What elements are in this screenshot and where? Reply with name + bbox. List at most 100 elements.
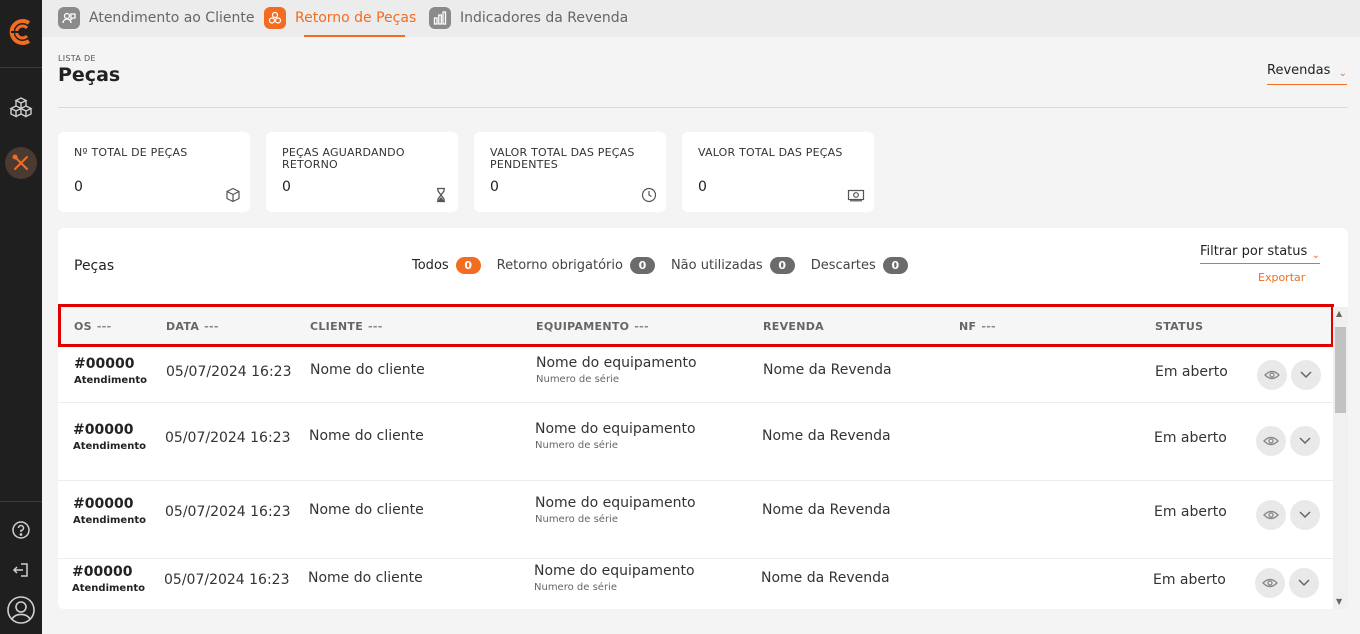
os-number: #00000 bbox=[74, 356, 135, 372]
date-cell: 05/07/2024 16:23 bbox=[164, 572, 290, 588]
column-label: DATA bbox=[166, 320, 200, 333]
os-number: #00000 bbox=[72, 564, 133, 580]
filter-tab-todos[interactable]: Todos 0 bbox=[412, 257, 481, 274]
hourglass-icon bbox=[437, 187, 445, 203]
tab-atendimento-ao-cliente[interactable]: Atendimento ao Cliente bbox=[58, 4, 254, 32]
view-button[interactable] bbox=[1257, 360, 1287, 390]
view-button[interactable] bbox=[1256, 500, 1286, 530]
stat-card-total-pecas: Nº TOTAL DE PEÇAS 0 bbox=[58, 132, 250, 212]
client-cell: Nome do cliente bbox=[309, 502, 424, 518]
tab-retorno-de-pecas[interactable]: Retorno de Peças bbox=[264, 4, 416, 32]
bar-chart-icon bbox=[429, 7, 451, 29]
table-row[interactable]: #00000 Atendimento 05/07/2024 16:23 Nome… bbox=[58, 403, 1333, 481]
status-cell: Em aberto bbox=[1154, 504, 1227, 520]
filter-tab-label: Retorno obrigatório bbox=[496, 258, 623, 273]
scroll-up-icon[interactable]: ▲ bbox=[1336, 309, 1342, 318]
column-label: EQUIPAMENTO bbox=[536, 320, 630, 333]
equipment-cell: Nome do equipamento bbox=[536, 355, 697, 371]
export-link[interactable]: Exportar bbox=[1258, 271, 1305, 284]
scroll-down-icon[interactable]: ▼ bbox=[1336, 597, 1342, 606]
count-badge: 0 bbox=[455, 257, 481, 274]
chevron-down-icon bbox=[1300, 371, 1312, 379]
table-title: Peças bbox=[74, 258, 115, 274]
status-cell: Em aberto bbox=[1153, 572, 1226, 588]
table-scrollbar[interactable]: ▲ ▼ bbox=[1333, 307, 1348, 609]
equipment-cell: Nome do equipamento bbox=[534, 563, 695, 579]
tab-label: Indicadores da Revenda bbox=[460, 10, 629, 26]
view-button[interactable] bbox=[1256, 426, 1286, 456]
filter-tab-nao-utilizadas[interactable]: Não utilizadas 0 bbox=[671, 257, 795, 274]
table-row[interactable]: #00000 Atendimento 05/07/2024 16:23 Nome… bbox=[58, 559, 1333, 609]
filter-tab-label: Não utilizadas bbox=[670, 258, 763, 273]
table-row[interactable]: #00000 Atendimento 05/07/2024 16:23 Nome… bbox=[58, 481, 1333, 559]
expand-button[interactable] bbox=[1291, 360, 1321, 390]
stat-card-label: Nº TOTAL DE PEÇAS bbox=[74, 146, 188, 159]
column-header-cliente[interactable]: CLIENTE --- bbox=[310, 320, 383, 333]
expand-button[interactable] bbox=[1289, 568, 1319, 598]
stat-card-label: VALOR TOTAL DAS PEÇAS bbox=[698, 146, 843, 159]
status-filter-label: Filtrar por status bbox=[1200, 244, 1308, 259]
column-options-icon[interactable]: --- bbox=[204, 320, 219, 333]
client-cell: Nome do cliente bbox=[309, 428, 424, 444]
filter-tab-retorno-obrigatorio[interactable]: Retorno obrigatório 0 bbox=[497, 257, 655, 274]
column-header-equipamento[interactable]: EQUIPAMENTO --- bbox=[536, 320, 649, 333]
chevron-down-icon: ⌄ bbox=[1311, 250, 1320, 261]
stat-card-label: PEÇAS AGUARDANDO RETORNO bbox=[282, 146, 405, 171]
column-header-data[interactable]: DATA --- bbox=[166, 320, 219, 333]
cubes-icon[interactable] bbox=[0, 91, 42, 123]
date-cell: 05/07/2024 16:23 bbox=[165, 504, 291, 520]
serial-number: Numero de série bbox=[535, 440, 618, 451]
view-button[interactable] bbox=[1255, 568, 1285, 598]
status-filter-select[interactable]: Filtrar por status ⌄ bbox=[1200, 244, 1320, 264]
date-cell: 05/07/2024 16:23 bbox=[165, 430, 291, 446]
column-options-icon[interactable]: --- bbox=[97, 320, 112, 333]
column-options-icon[interactable]: --- bbox=[368, 320, 383, 333]
column-header-status[interactable]: STATUS bbox=[1155, 320, 1203, 333]
expand-button[interactable] bbox=[1290, 426, 1320, 456]
client-cell: Nome do cliente bbox=[308, 570, 423, 586]
parts-table-panel: Peças Todos 0 Retorno obrigatório 0 Não … bbox=[58, 228, 1348, 609]
filter-tab-descartes[interactable]: Descartes 0 bbox=[811, 257, 908, 274]
equipment-cell: Nome do equipamento bbox=[535, 421, 696, 437]
active-tab-underline bbox=[304, 35, 405, 37]
user-avatar-icon[interactable] bbox=[0, 594, 42, 626]
dealer-cell: Nome da Revenda bbox=[761, 570, 890, 586]
stat-card-value: 0 bbox=[698, 179, 707, 195]
dealer-cell: Nome da Revenda bbox=[763, 362, 892, 378]
dealer-cell: Nome da Revenda bbox=[762, 502, 891, 518]
tab-indicadores-da-revenda[interactable]: Indicadores da Revenda bbox=[429, 4, 628, 32]
money-icon bbox=[847, 189, 865, 202]
stat-card-valor-pendentes: VALOR TOTAL DAS PEÇAS PENDENTES 0 bbox=[474, 132, 666, 212]
brand-logo-icon[interactable] bbox=[0, 12, 42, 52]
serial-number: Numero de série bbox=[536, 374, 619, 385]
column-label: CLIENTE bbox=[310, 320, 364, 333]
eye-icon bbox=[1264, 370, 1280, 380]
date-cell: 05/07/2024 16:23 bbox=[166, 364, 292, 380]
column-header-nf[interactable]: NF --- bbox=[959, 320, 996, 333]
stat-card-value: 0 bbox=[490, 179, 499, 195]
chevron-down-icon bbox=[1299, 511, 1311, 519]
column-options-icon[interactable]: --- bbox=[981, 320, 996, 333]
status-filter-tabs: Todos 0 Retorno obrigatório 0 Não utiliz… bbox=[412, 257, 924, 274]
os-type: Atendimento bbox=[73, 515, 146, 526]
count-badge: 0 bbox=[769, 257, 795, 274]
filter-tab-label: Descartes bbox=[810, 258, 876, 273]
column-header-revenda[interactable]: REVENDA bbox=[763, 320, 824, 333]
column-label: STATUS bbox=[1155, 320, 1204, 333]
tab-label: Atendimento ao Cliente bbox=[89, 10, 255, 26]
help-icon[interactable] bbox=[0, 514, 42, 546]
expand-button[interactable] bbox=[1290, 500, 1320, 530]
chevron-down-icon bbox=[1299, 437, 1311, 445]
tools-icon[interactable] bbox=[0, 147, 42, 179]
column-header-os[interactable]: OS --- bbox=[74, 320, 111, 333]
logout-icon[interactable] bbox=[0, 554, 42, 586]
count-badge: 0 bbox=[629, 257, 655, 274]
table-row[interactable]: #00000 Atendimento 05/07/2024 16:23 Nome… bbox=[58, 347, 1333, 403]
scrollbar-thumb[interactable] bbox=[1335, 327, 1346, 413]
column-options-icon[interactable]: --- bbox=[634, 320, 649, 333]
top-tabs-bar: Atendimento ao Cliente Retorno de Peças … bbox=[42, 0, 1360, 37]
os-type: Atendimento bbox=[73, 441, 146, 452]
header-divider bbox=[58, 107, 1348, 108]
dealer-select[interactable]: Revendas ⌄ bbox=[1267, 63, 1347, 85]
equipment-cell: Nome do equipamento bbox=[535, 495, 696, 511]
